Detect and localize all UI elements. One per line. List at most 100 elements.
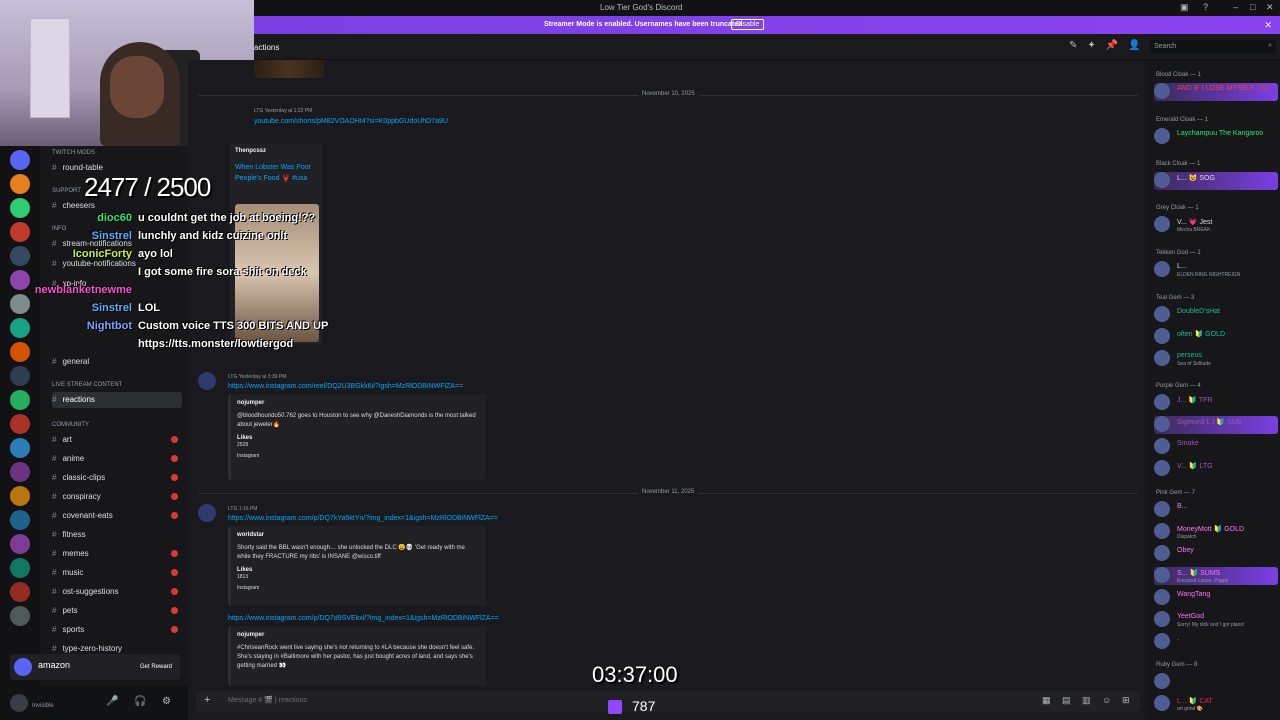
- channel-item[interactable]: # classic-clips: [52, 470, 182, 486]
- server-icon[interactable]: [10, 534, 30, 554]
- server-icon[interactable]: [10, 438, 30, 458]
- server-icon[interactable]: [10, 414, 30, 434]
- member-item[interactable]: Sigmund L.I 🔰 SUB: [1154, 416, 1278, 434]
- notification-icon[interactable]: ✦: [1087, 40, 1095, 51]
- banner-close-icon[interactable]: ✕: [1264, 20, 1272, 31]
- server-icon[interactable]: [10, 294, 30, 314]
- server-icon[interactable]: [10, 342, 30, 362]
- hash-icon: #: [52, 492, 57, 501]
- server-icon[interactable]: [10, 390, 30, 410]
- server-icon[interactable]: [10, 558, 30, 578]
- pin-icon[interactable]: 📌: [1106, 40, 1118, 51]
- channel-item[interactable]: # reactions: [52, 392, 182, 408]
- instagram-embed[interactable]: nojumper #ChriseanRock went live saying …: [228, 626, 486, 686]
- server-icon[interactable]: [10, 270, 30, 290]
- member-item[interactable]: Smoke: [1154, 438, 1278, 456]
- headphones-icon[interactable]: 🎧: [134, 696, 146, 707]
- member-item[interactable]: L... ELDEN RING NIGHTREIGN: [1154, 261, 1278, 279]
- gift-icon[interactable]: ▦: [1042, 695, 1051, 706]
- channel-item[interactable]: # fitness: [52, 527, 182, 543]
- banner-message: Streamer Mode is enabled. Usernames have…: [544, 21, 745, 28]
- channel-item[interactable]: # music: [52, 565, 182, 581]
- member-item[interactable]: V... 💗 Jest Mecha BREAK: [1154, 216, 1278, 234]
- help-icon[interactable]: ?: [1203, 2, 1208, 12]
- members-icon[interactable]: 👤: [1128, 40, 1140, 51]
- member-item[interactable]: AND IF I LOSE MYSELF, YO...: [1154, 83, 1278, 101]
- server-icon[interactable]: [10, 606, 30, 626]
- server-icon[interactable]: [10, 150, 30, 170]
- channel-label: memes: [62, 549, 89, 558]
- avatar[interactable]: [10, 694, 28, 712]
- role-header: Black Cloak — 1: [1156, 161, 1201, 167]
- member-item[interactable]: perseus Sea of Solitude: [1154, 350, 1278, 368]
- avatar[interactable]: [198, 504, 216, 522]
- server-icon[interactable]: [10, 510, 30, 530]
- sticker-icon[interactable]: ▥: [1082, 695, 1091, 706]
- member-item[interactable]: WangTang: [1154, 589, 1278, 607]
- unread-badge: [171, 607, 178, 614]
- member-item[interactable]: L... 😺 SOG: [1154, 172, 1278, 190]
- server-icon[interactable]: [10, 462, 30, 482]
- member-activity: ELDEN RING NIGHTREIGN: [1177, 272, 1241, 278]
- member-item[interactable]: MoneyMott 🔰 GOLD Dispatch: [1154, 523, 1278, 541]
- search-input[interactable]: Search ⌕: [1150, 40, 1276, 54]
- server-icon[interactable]: [10, 174, 30, 194]
- emoji-icon[interactable]: ☺: [1102, 695, 1111, 705]
- server-icon[interactable]: [10, 222, 30, 242]
- add-attachment-icon[interactable]: +: [204, 694, 210, 706]
- channel-item[interactable]: # covenant-eats: [52, 508, 182, 524]
- server-icon[interactable]: [10, 582, 30, 602]
- member-name: S... 🔰 SUMS: [1177, 570, 1221, 577]
- member-item[interactable]: V... 🔰 LTG: [1154, 460, 1278, 478]
- member-item[interactable]: J... 🔰 TFR: [1154, 394, 1278, 412]
- close-icon[interactable]: ✕: [1266, 2, 1274, 13]
- member-item[interactable]: [1154, 673, 1278, 691]
- message-link[interactable]: https://www.instagram.com/p/DQ7kYa5ktYn/…: [228, 515, 498, 522]
- channel-item[interactable]: # pets: [52, 603, 182, 619]
- minimize-icon[interactable]: –: [1233, 2, 1238, 12]
- message-link[interactable]: https://www.instagram.com/reel/DQ2U3BGkk…: [228, 383, 463, 390]
- server-icon[interactable]: [10, 246, 30, 266]
- member-item[interactable]: DoubleD'sHat: [1154, 306, 1278, 324]
- avatar: [1154, 128, 1170, 144]
- channel-item[interactable]: # memes: [52, 546, 182, 562]
- instagram-embed[interactable]: worldstar Shorty said the BBL wasn't eno…: [228, 526, 486, 606]
- member-item[interactable]: Obey: [1154, 545, 1278, 563]
- settings-gear-icon[interactable]: ⚙: [162, 696, 171, 707]
- unread-badge: [171, 588, 178, 595]
- server-icon[interactable]: [10, 198, 30, 218]
- channel-category[interactable]: LIVE STREAM CONTENT: [52, 382, 122, 388]
- member-item[interactable]: Laychampuu The Kangaroo: [1154, 128, 1278, 146]
- chat-message: https://tts.monster/lowtiergod: [138, 338, 294, 350]
- avatar: [1154, 438, 1170, 454]
- embed-source: Instagram: [237, 585, 260, 591]
- get-reward-button[interactable]: Get Reward: [140, 664, 172, 670]
- instagram-embed[interactable]: nojumper @bloodhoundo50.762 goes to Hous…: [228, 394, 486, 480]
- apps-icon[interactable]: ⊞: [1122, 695, 1130, 706]
- member-item[interactable]: .: [1154, 633, 1278, 651]
- message-link[interactable]: https://www.instagram.com/p/DQ7d9SVEkxl/…: [228, 615, 499, 622]
- threads-icon[interactable]: ✎: [1069, 40, 1077, 51]
- server-icon[interactable]: [10, 318, 30, 338]
- channel-item[interactable]: # art: [52, 432, 182, 448]
- channel-item[interactable]: # conspiracy: [52, 489, 182, 505]
- inbox-icon[interactable]: ▣: [1180, 2, 1189, 13]
- member-item[interactable]: S... 🔰 SUMS Knocked Loose, Poppy: [1154, 567, 1278, 585]
- channel-category[interactable]: COMMUNITY: [52, 422, 89, 428]
- microphone-icon[interactable]: 🎤: [106, 696, 118, 707]
- message-link[interactable]: youtube.com/shorts/pM82VOAOHt4?si=K0ppbG…: [254, 118, 448, 125]
- maximize-icon[interactable]: □: [1250, 2, 1255, 12]
- message-composer[interactable]: + Message # 🎬 | reactions ▦ ▤ ▥ ☺ ⊞: [196, 690, 1140, 712]
- member-item[interactable]: L... 🔰 CAT art grind 🎨: [1154, 695, 1278, 713]
- channel-item[interactable]: # anime: [52, 451, 182, 467]
- channel-item[interactable]: # sports: [52, 622, 182, 638]
- gif-icon[interactable]: ▤: [1062, 695, 1071, 706]
- member-item[interactable]: B...: [1154, 501, 1278, 519]
- server-icon[interactable]: [10, 486, 30, 506]
- disable-button[interactable]: Disable: [731, 19, 765, 30]
- member-item[interactable]: YeetGod Sorry! My dick and I got plans!: [1154, 611, 1278, 629]
- member-item[interactable]: often 🔰 GOLD: [1154, 328, 1278, 346]
- server-icon[interactable]: [10, 366, 30, 386]
- channel-item[interactable]: # ost-suggestions: [52, 584, 182, 600]
- reward-ad[interactable]: amazon Get Reward: [10, 654, 180, 680]
